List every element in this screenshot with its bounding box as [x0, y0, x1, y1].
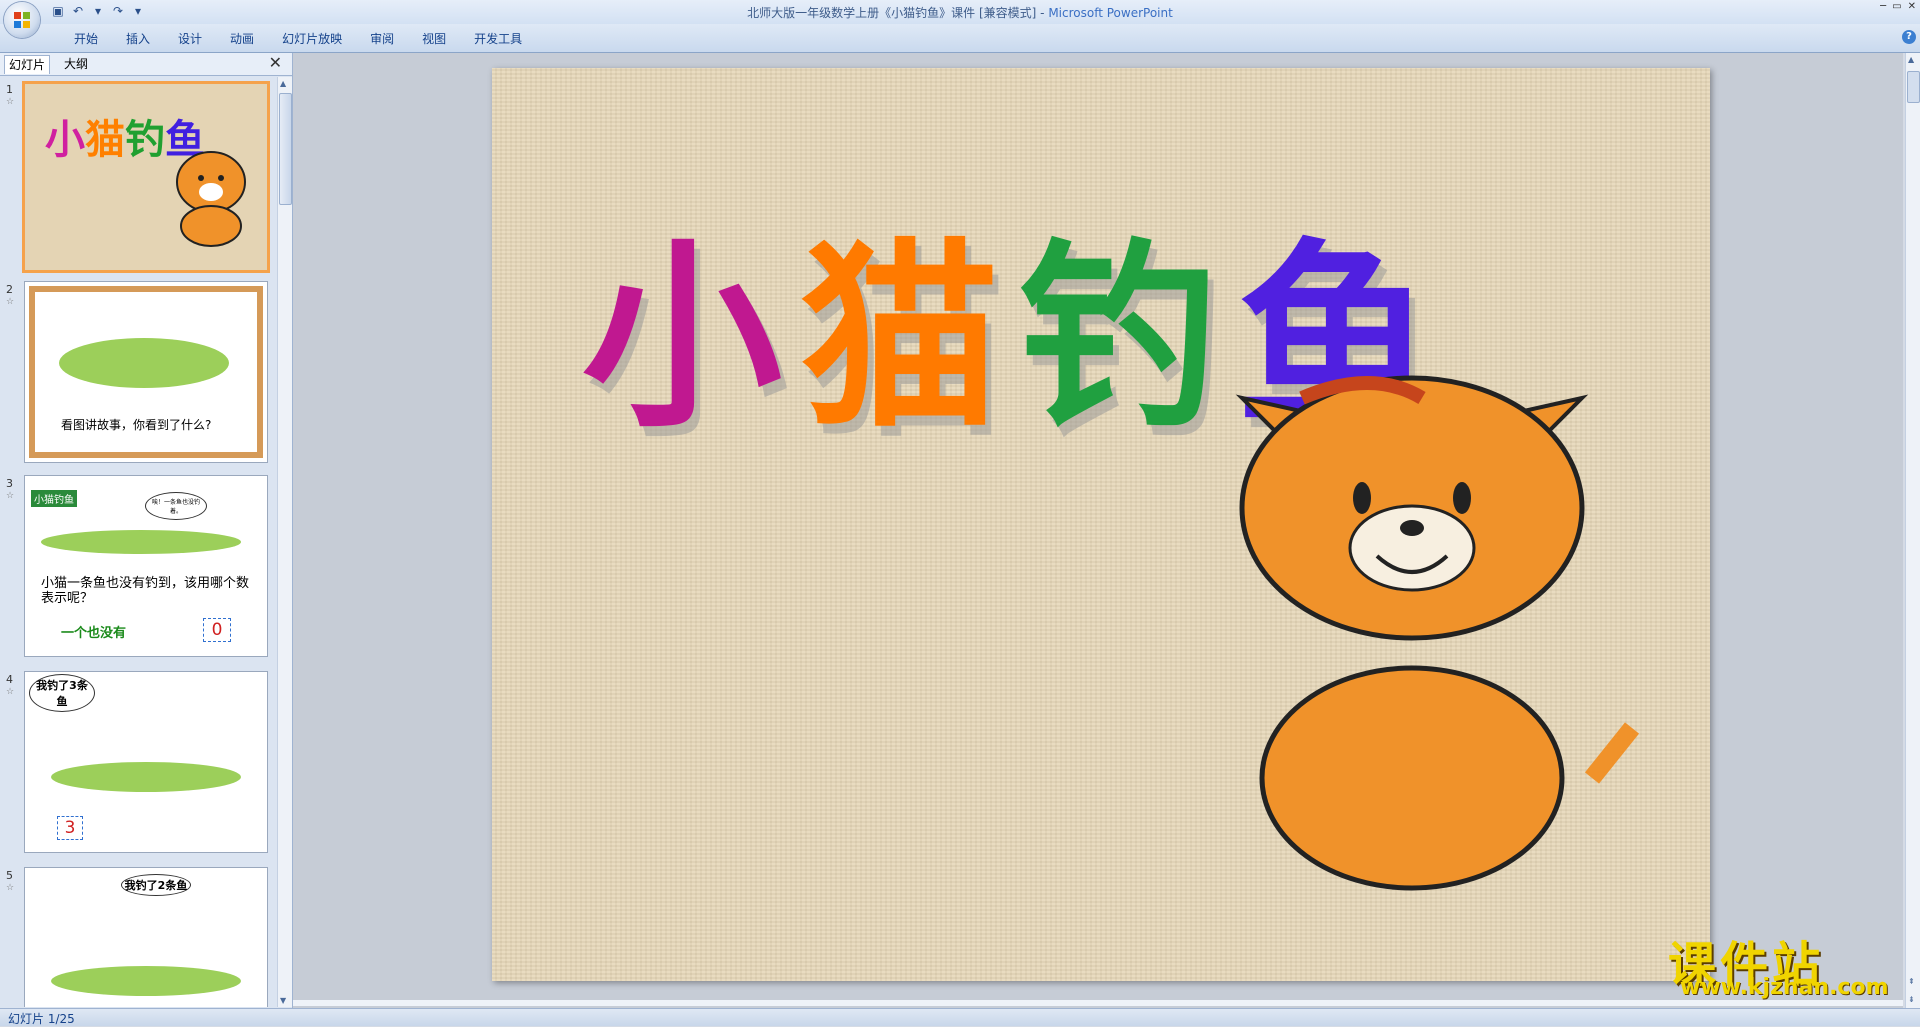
tab-slides[interactable]: 幻灯片: [4, 55, 51, 74]
office-button[interactable]: [4, 2, 40, 38]
slide-thumbnail-4[interactable]: 我钓了3条鱼 3: [24, 671, 268, 853]
app-name: Microsoft PowerPoint: [1048, 6, 1173, 20]
prev-slide-icon[interactable]: ⇞: [1908, 977, 1915, 986]
speech-bubble: 我钓了3条鱼: [29, 674, 95, 712]
title-char: 钓: [1018, 220, 1219, 455]
thumb-number: 1: [6, 83, 13, 96]
thumb-number: 3: [6, 477, 13, 490]
slide-thumbnail-3[interactable]: 小猫钓鱼 唉！一条鱼也没钓着。 小猫一条鱼也没有钓到，该用哪个数表示呢？ 一个也…: [24, 475, 268, 657]
slide-counter: 幻灯片 1/25: [8, 1012, 75, 1026]
title-char: 小: [582, 220, 783, 455]
thumb-label: 小猫钓鱼: [31, 490, 77, 507]
status-bar: 幻灯片 1/25: [0, 1008, 1920, 1026]
tab-review[interactable]: 审阅: [356, 30, 408, 48]
restore-icon[interactable]: ▭: [1892, 1, 1901, 12]
tab-slideshow[interactable]: 幻灯片放映: [268, 30, 356, 48]
thumb-number: 2: [6, 283, 13, 296]
slide-thumbnail-2[interactable]: 看图讲故事，你看到了什么?: [24, 281, 268, 463]
panel-tabs: 幻灯片 大纲 ✕: [0, 53, 292, 76]
tab-outline[interactable]: 大纲: [60, 55, 92, 73]
thumb-question: 小猫一条鱼也没有钓到，该用哪个数表示呢？: [41, 576, 250, 606]
watermark-url: www.kjzhan.com: [1680, 975, 1889, 1000]
scroll-down-icon[interactable]: ▼: [280, 996, 286, 1005]
scroll-up-icon[interactable]: ▲: [1908, 55, 1914, 64]
thumb-answer-label: 一个也没有: [61, 626, 127, 641]
animation-star-icon: ☆: [6, 491, 15, 501]
site-watermark: 课件站 www.kjzhan.com: [1668, 925, 1900, 1005]
window-title: 北师大版一年级数学上册《小猫钓鱼》课件 [兼容模式] - Microsoft P…: [0, 4, 1920, 21]
slide-scrollbar[interactable]: ▲ ⇞ ⇟: [1905, 53, 1920, 1008]
title-bar: ▣ ↶ ▾ ↷ ▾ 北师大版一年级数学上册《小猫钓鱼》课件 [兼容模式] - M…: [0, 0, 1920, 38]
slide-scroll-thumb[interactable]: [1907, 71, 1920, 103]
tab-home[interactable]: 开始: [60, 30, 112, 48]
tab-design[interactable]: 设计: [164, 30, 216, 48]
thumb-caption: 看图讲故事，你看到了什么?: [61, 418, 212, 432]
cartoon-scene: [51, 762, 241, 792]
cartoon-scene: [41, 530, 241, 554]
cartoon-scene: [51, 966, 241, 996]
animation-star-icon: ☆: [6, 97, 15, 107]
title-char: 猫: [800, 220, 1001, 455]
ribbon-tabs: 开始 插入 设计 动画 幻灯片放映 审阅 视图 开发工具 ?: [0, 24, 1920, 53]
office-logo-icon: [14, 12, 30, 28]
slide-thumbnail-5[interactable]: 我钓了2条鱼: [24, 867, 268, 1007]
tab-insert[interactable]: 插入: [112, 30, 164, 48]
minimize-icon[interactable]: ─: [1880, 1, 1886, 12]
thumb-number: 5: [6, 869, 13, 882]
speech-bubble: 我钓了2条鱼: [121, 874, 191, 896]
thumb-answer-digit: 0: [203, 618, 231, 642]
tab-developer[interactable]: 开发工具: [460, 30, 536, 48]
speech-bubble: 唉！一条鱼也没钓着。: [145, 492, 207, 520]
window-controls: ─ ▭ ✕: [1880, 1, 1916, 12]
title-separator: -: [1036, 6, 1049, 20]
thumbnail-list[interactable]: 1 ☆ 小猫钓鱼 2 ☆ 看图讲故事，你看到了什么? 3 ☆ 小猫钓鱼 唉！一条…: [0, 77, 276, 1007]
animation-star-icon: ☆: [6, 883, 15, 893]
cartoon-scene: [59, 338, 229, 388]
panel-scroll-thumb[interactable]: [279, 93, 292, 205]
help-icon[interactable]: ?: [1902, 30, 1916, 44]
thumb-number: 4: [6, 673, 13, 686]
thumb-digit: 3: [57, 816, 83, 840]
slide-thumbnail-1[interactable]: 小猫钓鱼: [22, 81, 270, 273]
tab-view[interactable]: 视图: [408, 30, 460, 48]
tab-animation[interactable]: 动画: [216, 30, 268, 48]
horizontal-scrollbar[interactable]: [293, 1000, 1903, 1006]
next-slide-icon[interactable]: ⇟: [1908, 995, 1915, 1004]
slides-panel: 幻灯片 大纲 ✕ 1 ☆ 小猫钓鱼 2 ☆ 看图讲故事，你看到了什么? 3 ☆ …: [0, 53, 293, 1008]
animation-star-icon: ☆: [6, 297, 15, 307]
scroll-up-icon[interactable]: ▲: [280, 79, 286, 88]
panel-close-icon[interactable]: ✕: [269, 53, 282, 72]
document-title: 北师大版一年级数学上册《小猫钓鱼》课件 [兼容模式]: [747, 6, 1037, 20]
animation-star-icon: ☆: [6, 687, 15, 697]
close-icon[interactable]: ✕: [1908, 1, 1916, 12]
panel-scrollbar[interactable]: ▲ ▼: [277, 77, 292, 1007]
cat-illustration: [1235, 375, 1640, 891]
cat-illustration: [176, 151, 246, 247]
slide-view[interactable]: 小 猫 钓 鱼: [492, 68, 1710, 981]
